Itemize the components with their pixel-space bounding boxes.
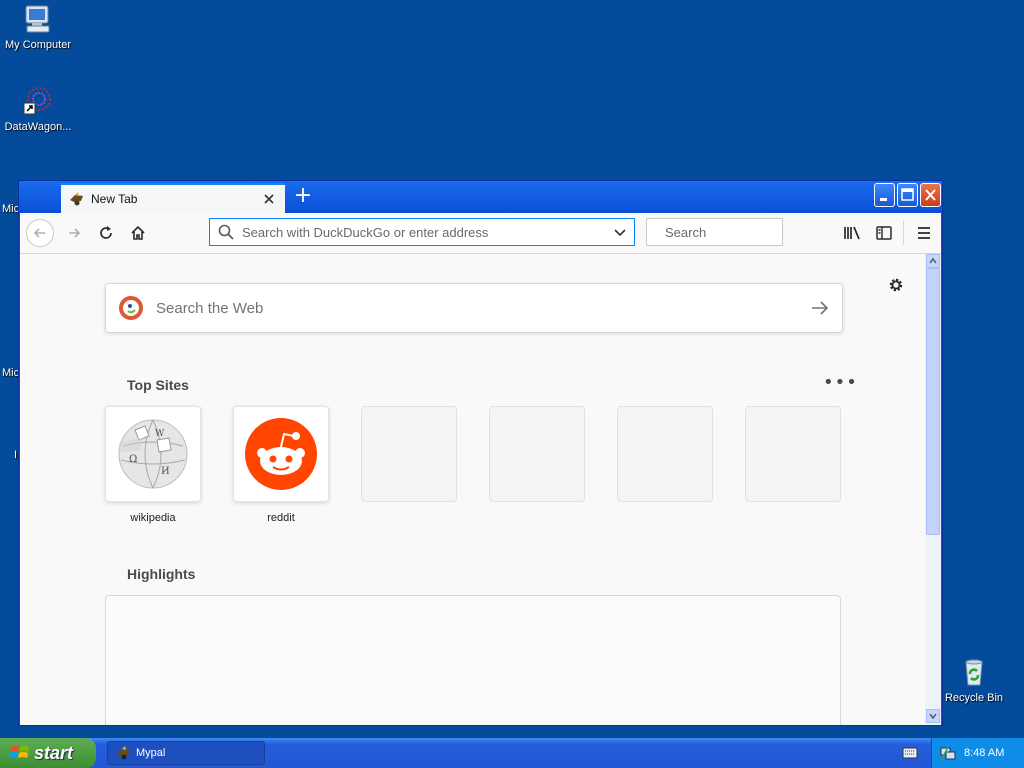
minimize-button[interactable] [874,183,895,207]
svg-text:И: И [161,466,170,477]
highlights-title: Highlights [127,566,196,582]
reload-button[interactable] [92,219,120,247]
toolbar-divider [903,221,904,245]
search-input[interactable] [663,223,843,241]
maximize-button[interactable] [897,183,918,207]
vertical-scrollbar[interactable] [925,254,941,725]
back-button[interactable] [26,219,54,247]
search-bar[interactable] [646,218,843,246]
desktop-icon-recycle-bin[interactable]: Recycle Bin [934,656,1014,704]
menu-button[interactable] [910,219,938,247]
scroll-thumb[interactable] [926,268,940,535]
top-site-tile-empty[interactable] [361,406,457,502]
taskbar-item-mypal[interactable]: Mypal [107,741,265,765]
start-button[interactable]: start [0,738,96,768]
taskbar-item-label: Mypal [136,747,166,759]
top-sites-title: Top Sites [127,377,189,393]
system-tray: 8:48 AM [931,738,1024,768]
library-button[interactable] [838,219,866,247]
top-site-label: reddit [267,512,295,524]
url-bar[interactable] [209,218,635,246]
svg-text:W: W [155,429,165,439]
clock[interactable]: 8:48 AM [964,747,1004,759]
search-icon [218,224,234,240]
forward-button[interactable] [60,219,88,247]
new-tab-button[interactable]: + [293,185,313,207]
sidebar-icon [876,226,892,240]
desktop-icon-my-computer[interactable]: My Computer [0,3,78,51]
top-site-tile-wikipedia[interactable]: Ω И W [105,406,201,502]
web-search-input[interactable] [154,298,810,318]
top-site-tile-empty[interactable] [617,406,713,502]
desktop-icon-datawagon[interactable]: DataWagon... [0,85,78,133]
taskbar: start Mypal 8:48 AM [0,738,1024,768]
home-button[interactable] [124,219,152,247]
title-bar[interactable]: New Tab + [19,181,942,213]
wikipedia-globe-icon: Ω И W [118,419,188,489]
desktop-icon-label: Recycle Bin [944,692,1004,704]
highlights-panel [105,595,841,725]
scroll-up-button[interactable] [926,254,940,268]
windows-logo-icon [10,746,29,758]
scroll-down-button[interactable] [926,709,940,723]
desktop-partial-label: I [14,449,18,461]
home-icon [131,225,145,240]
chevron-down-icon[interactable] [612,224,628,240]
web-search-box[interactable] [105,283,843,333]
gear-icon[interactable] [886,275,906,295]
chevron-down-icon [929,713,937,720]
svg-text:Ω: Ω [129,454,137,465]
desktop-partial-label: Mic [2,203,20,215]
top-site-tile-reddit[interactable] [233,406,329,502]
reddit-icon [245,418,317,490]
close-icon [925,189,936,201]
new-tab-page: Top Sites ••• Ω И W wikipedia [20,254,925,725]
tab-new-tab[interactable]: New Tab [61,183,285,213]
top-site-tile-empty[interactable] [745,406,841,502]
arrow-right-icon[interactable] [810,298,830,318]
browser-window: New Tab + Search with DuckDuckGo or ente… [18,180,943,726]
network-icon[interactable] [940,745,956,761]
minimize-icon [880,198,887,201]
library-icon [844,226,860,240]
recycle-bin-icon [958,656,990,688]
url-input[interactable] [240,223,612,241]
sidebar-button[interactable] [870,219,898,247]
keyboard-icon[interactable] [902,746,918,760]
forward-arrow-icon [69,228,81,238]
reload-icon [100,226,112,239]
top-site-label: wikipedia [130,512,176,524]
desktop-icon-label: DataWagon... [4,121,72,133]
top-sites-menu-button[interactable]: ••• [823,372,858,393]
tab-close-icon[interactable] [261,191,277,207]
datawagon-icon [22,85,54,117]
maximize-icon [901,188,914,201]
top-site-tile-empty[interactable] [489,406,585,502]
chevron-up-icon [929,257,937,264]
mypal-icon [117,746,130,760]
close-window-button[interactable] [920,183,941,207]
back-arrow-icon [33,228,45,238]
desktop-partial-label: Mic [2,367,20,379]
start-label: start [34,742,74,763]
tab-title: New Tab [91,192,138,206]
my-computer-icon [22,3,54,35]
navigation-toolbar [20,213,941,254]
duckduckgo-icon [119,296,143,320]
desktop-icon-label: My Computer [4,39,72,51]
mypal-favicon-icon [70,192,83,206]
hamburger-menu-icon [918,227,930,239]
